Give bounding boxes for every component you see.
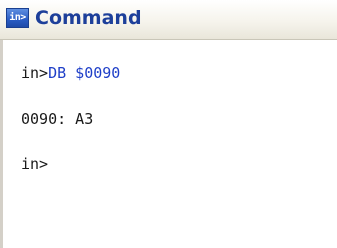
console-line-command: in>DB $0090 bbox=[21, 63, 120, 83]
console-output-area[interactable]: in>DB $0090 0090: A3 in> bbox=[0, 40, 337, 248]
console-line-output: 0090: A3 bbox=[21, 110, 94, 128]
command-window-icon: in> bbox=[6, 8, 29, 28]
command-window: in> Command in>DB $0090 0090: A3 in> bbox=[0, 0, 337, 248]
window-titlebar[interactable]: in> Command bbox=[0, 0, 337, 40]
console-prompt: in> bbox=[21, 64, 49, 82]
console-prompt: in> bbox=[21, 155, 49, 173]
console-line-input-prompt[interactable]: in> bbox=[21, 154, 48, 174]
console-command-text: DB $0090 bbox=[48, 64, 121, 82]
window-title: Command bbox=[35, 7, 142, 29]
